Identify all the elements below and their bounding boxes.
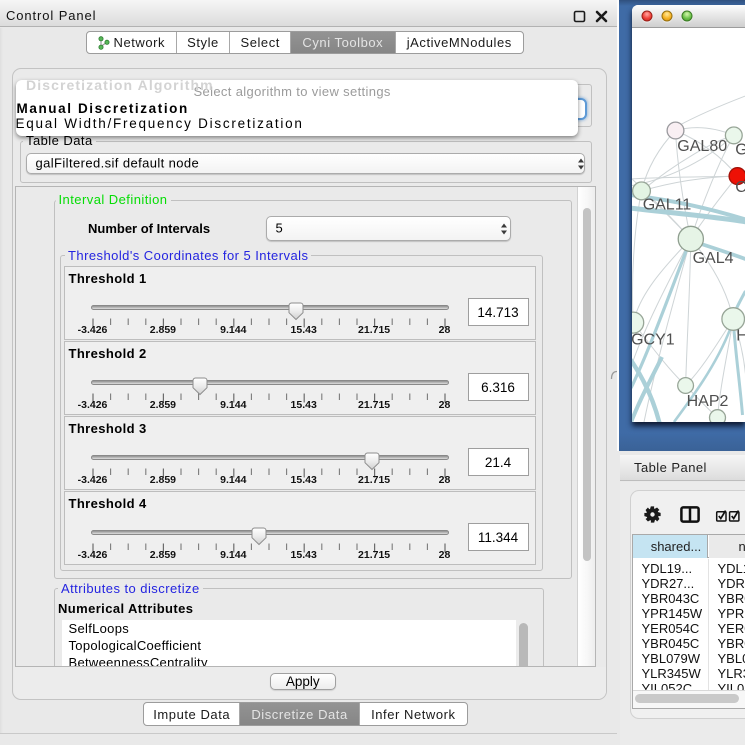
svg-text:HIS4: HIS4	[736, 327, 745, 344]
svg-text:GAL3: GAL3	[735, 141, 745, 158]
svg-text:GAL4: GAL4	[692, 250, 733, 267]
svg-text:GAL80: GAL80	[677, 138, 727, 155]
svg-text:HAP2: HAP2	[686, 392, 728, 409]
svg-text:GAL11: GAL11	[642, 196, 691, 213]
svg-text:GCY1: GCY1	[632, 331, 675, 348]
svg-text:CDC6: CDC6	[735, 179, 745, 196]
